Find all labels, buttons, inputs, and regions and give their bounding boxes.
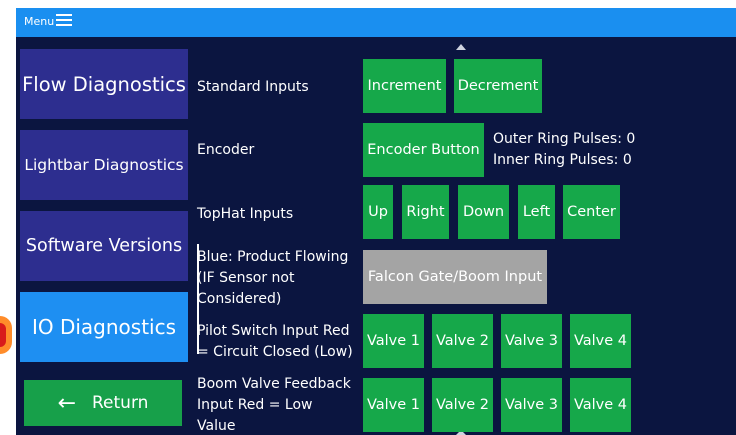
tophat-down-button[interactable]: Down xyxy=(458,185,509,239)
pilot-valve-4-button[interactable]: Valve 4 xyxy=(570,314,631,368)
boom-valve-2-button[interactable]: Valve 2 xyxy=(432,378,493,432)
boom-valve-3-button[interactable]: Valve 3 xyxy=(501,378,562,432)
inner-ring-pulses: Inner Ring Pulses: 0 xyxy=(493,152,632,168)
standard-inputs-label: Standard Inputs xyxy=(197,79,309,95)
boom-valve-1-button[interactable]: Valve 1 xyxy=(363,378,424,432)
falcon-gate-boom-input-button[interactable]: Falcon Gate/Boom Input xyxy=(363,250,547,304)
return-button[interactable]: ← Return xyxy=(24,380,182,426)
sidebar-item-lightbar-diagnostics[interactable]: Lightbar Diagnostics xyxy=(20,130,188,200)
tophat-inputs-label: TopHat Inputs xyxy=(197,206,294,222)
tophat-right-button[interactable]: Right xyxy=(402,185,449,239)
sidebar-item-label: Lightbar Diagnostics xyxy=(24,156,184,174)
label-line: Pilot Switch Input Red xyxy=(197,323,350,339)
sidebar-item-label: Software Versions xyxy=(25,236,183,256)
boom-valve-feedback-label: Boom Valve Feedback Input Red = Low Valu… xyxy=(197,374,351,435)
product-flowing-label: Blue: Product Flowing (IF Sensor not Con… xyxy=(197,247,348,310)
sidebar-item-software-versions[interactable]: Software Versions xyxy=(20,211,188,281)
pilot-switch-label: Pilot Switch Input Red = Circuit Closed … xyxy=(197,321,353,363)
sidebar-item-label: Flow Diagnostics xyxy=(22,72,186,96)
menu-label[interactable]: Menu xyxy=(24,15,54,28)
label-line: Input Red = Low xyxy=(197,397,313,413)
sidebar-item-io-diagnostics[interactable]: IO Diagnostics xyxy=(20,292,188,362)
label-line: Value xyxy=(197,418,236,434)
hamburger-menu-icon[interactable] xyxy=(56,14,72,28)
decrement-button[interactable]: Decrement xyxy=(454,59,542,113)
pilot-valve-1-button[interactable]: Valve 1 xyxy=(363,314,424,368)
encoder-pulse-info: Outer Ring Pulses: 0 Inner Ring Pulses: … xyxy=(493,129,635,171)
tophat-up-button[interactable]: Up xyxy=(363,185,393,239)
pilot-valve-3-button[interactable]: Valve 3 xyxy=(501,314,562,368)
left-arrow-icon: ← xyxy=(57,390,76,416)
label-line: = Circuit Closed (Low) xyxy=(197,344,353,360)
tophat-center-button[interactable]: Center xyxy=(563,185,620,239)
app-screen: Menu Flow Diagnostics Lightbar Diagnosti… xyxy=(16,8,736,435)
outer-ring-pulses: Outer Ring Pulses: 0 xyxy=(493,131,636,147)
increment-button[interactable]: Increment xyxy=(363,59,446,113)
label-line: Boom Valve Feedback xyxy=(197,376,351,392)
edge-indicator-inner-icon xyxy=(0,323,6,347)
pilot-valve-2-button[interactable]: Valve 2 xyxy=(432,314,493,368)
encoder-label: Encoder xyxy=(197,142,255,158)
sidebar-item-label: IO Diagnostics xyxy=(31,315,177,339)
top-bar: Menu xyxy=(16,8,736,37)
boom-valve-4-button[interactable]: Valve 4 xyxy=(570,378,631,432)
sidebar-item-flow-diagnostics[interactable]: Flow Diagnostics xyxy=(20,49,188,119)
label-line: (IF Sensor not xyxy=(197,270,295,286)
label-line: Blue: Product Flowing xyxy=(197,249,349,265)
tophat-left-button[interactable]: Left xyxy=(518,185,555,239)
return-label: Return xyxy=(92,393,149,413)
encoder-button[interactable]: Encoder Button xyxy=(363,123,484,177)
label-line: Considered) xyxy=(197,291,282,307)
scroll-up-icon[interactable] xyxy=(456,44,466,50)
